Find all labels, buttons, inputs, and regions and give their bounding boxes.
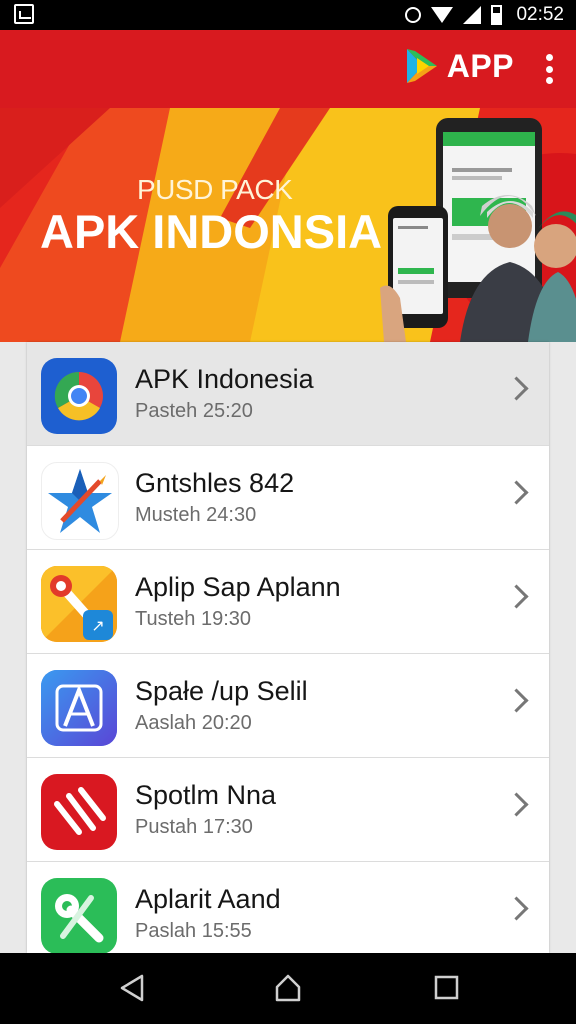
star-pen-icon [41,462,119,540]
list-item[interactable]: APK Indonesia Pasteh 25:20 [27,342,549,446]
list-item[interactable]: Spałe /up Selil Aaslah 20:20 [27,654,549,758]
app-name: Spotlm Nna [135,780,277,810]
play-logo-icon [406,49,437,83]
navigation-bar [0,953,576,1024]
promo-banner[interactable]: PUSD PACK APK INDONSIA [0,108,576,342]
app-name: Gntshles 842 [135,468,295,498]
app-store-icon [41,670,117,746]
app-name: Aplarit Aand [135,884,281,914]
chevron-right-icon [504,896,529,921]
app-name: Aplip Sap Aplann [135,572,341,602]
back-icon[interactable] [118,973,146,1003]
app-bar: APP [0,30,576,108]
home-icon[interactable] [274,973,302,1003]
app-time: Pustah 17:30 [135,816,253,838]
app-name: Spałe /up Selil [135,676,308,706]
chevron-right-icon [504,480,529,505]
pin-icon: ↗ [41,566,117,642]
app-time: Pasteh 25:20 [135,400,253,422]
brand: APP [405,47,514,85]
chevron-right-icon [504,584,529,609]
status-bar: 02:52 [0,0,576,30]
signal-icon [463,6,482,24]
banner-subtitle: PUSD PACK [137,174,293,205]
app-name: APK Indonesia [135,364,314,394]
list-item[interactable]: ↗ Aplip Sap Aplann Tusteh 19:30 [27,550,549,654]
stripes-icon [41,774,117,850]
list-item[interactable]: Aplarit Aand Paslah 15:55 [27,862,549,953]
gallery-notification-icon [14,4,34,24]
app-time: Aaslah 20:20 [135,712,252,734]
battery-icon [491,5,503,25]
more-options-icon[interactable] [544,54,554,84]
tool-icon [41,878,117,953]
list-item[interactable]: Spotlm Nna Pustah 17:30 [27,758,549,862]
app-time: Musteh 24:30 [135,504,257,526]
chevron-right-icon [504,376,529,401]
chrome-icon [41,358,117,434]
wifi-icon [431,7,454,23]
svg-text:↗: ↗ [91,616,104,635]
list-item[interactable]: Gntshles 842 Musteh 24:30 [27,446,549,550]
app-time: Paslah 15:55 [135,920,252,942]
alarm-icon [405,7,422,23]
brand-title: APP [446,47,514,84]
app-list: APK Indonesia Pasteh 25:20 Gntshles 842 … [27,342,549,953]
phones-and-people-illustration [380,118,576,342]
clock: 02:52 [516,4,564,25]
chevron-right-icon [504,792,529,817]
chevron-right-icon [504,688,529,713]
app-time: Tusteh 19:30 [135,608,252,630]
banner-title: APK INDONSIA [40,205,383,258]
recent-apps-icon[interactable] [434,973,460,1003]
